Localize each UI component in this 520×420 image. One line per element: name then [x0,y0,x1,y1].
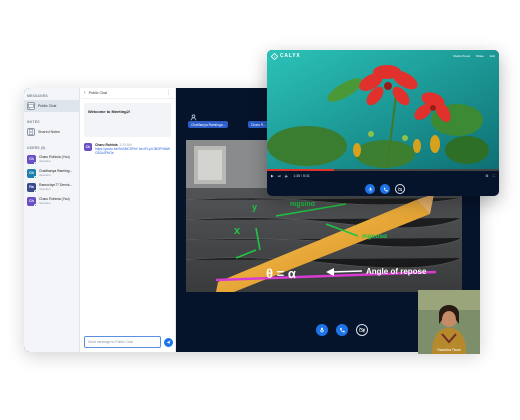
phone-icon [340,327,345,333]
settings-icon[interactable]: ⚙ [485,174,488,178]
user-list-item[interactable]: Ch Chaithanya Ramling... Janurfest [24,166,79,180]
popup-phone-button[interactable] [380,184,390,194]
sidebar: MESSAGES Public Chat NOTES Shared Notes … [24,88,80,352]
video-player[interactable] [267,50,499,170]
user-list-item[interactable]: Ra Ramuchyn77 Dervis... Janurfest [24,180,79,194]
participant-chip[interactable]: Charu R... [248,121,270,128]
microphone-icon [368,187,372,191]
avatar: Ch [27,154,37,165]
brand-name: CALYX [280,53,301,59]
slide-label-mgsin: mgsinα [290,201,316,208]
chat-header: ‹ Public Chat ⋮ [80,88,175,99]
camera-off-icon [397,186,403,192]
message-link[interactable]: https://youtu.be/SnSMC0PbY be=IFLpXJBOFH… [95,147,171,155]
calyx-logo-icon [271,52,278,60]
popup-footer [267,182,499,196]
fullscreen-icon[interactable]: ⛶ [493,174,495,178]
video-timecode: 1:36 / 5:31 [293,174,310,178]
camera-off-icon [359,327,365,333]
webcam-thumbnail[interactable]: Raashtra Tiwari [418,290,480,354]
microphone-icon [319,327,325,333]
avatar: Ch [84,143,92,151]
share-button[interactable]: Share [476,54,484,58]
slide-label-mgcos: mgcosα [362,233,387,240]
online-indicator [34,189,37,193]
user-role: Janurfest [39,173,51,177]
slide-label-x: x [234,225,241,237]
user-role: Janurfest [39,201,51,205]
send-icon [166,340,171,345]
video-controls: ▶ ⏭ 🔈 1:36 / 5:31 ⚙ ⛶ [267,170,499,182]
send-button[interactable] [164,338,173,347]
next-icon[interactable]: ⏭ [278,174,281,178]
welcome-message: Welcome to Meeting2! [84,103,171,137]
webcam-feed [418,290,480,354]
user-list: Ch Charu Rohinia (You) Janurfest Ch Chait… [24,152,79,208]
online-indicator [34,175,37,179]
chevron-left-icon[interactable]: ‹ [84,90,86,96]
users-heading: USERS (5) [27,146,46,150]
notes-heading: NOTES [27,120,40,124]
chat-icon [27,102,35,110]
sidebar-item-public-chat[interactable]: Public Chat [24,100,79,112]
media-panel-button[interactable]: Media Panel [453,54,470,58]
mic-button[interactable] [316,324,328,336]
avatar: Ra [27,182,37,193]
volume-icon[interactable]: 🔈 [285,174,289,178]
online-indicator [34,161,37,165]
phone-icon [383,187,388,192]
chat-panel: ‹ Public Chat ⋮ Welcome to Meeting2! Ch … [80,88,176,352]
popup-topbar: CALYX Media Panel Share Exit [267,50,499,62]
chat-title: Public Chat [88,91,108,95]
slide-equation: θ = α [266,266,296,281]
online-indicator [34,203,37,207]
user-list-item[interactable]: Ch Charu Rohinia (You) Janurfest [24,194,79,208]
phone-button[interactable] [336,324,348,336]
chat-message-input[interactable]: Send message to Public Chat [84,336,161,348]
chat-message: Ch Charu Rohinia 3:29 AM https://youtu.be… [80,143,175,156]
participant-chip[interactable]: Chaithanya Ramlinga... [188,121,229,128]
shared-notes-label: Shared Notes [38,130,60,134]
avatar: Ch [27,168,37,179]
user-role: Janurfest [39,187,51,191]
video-button[interactable] [356,324,368,336]
video-progress-fill [267,169,335,171]
brand-logo: CALYX [271,52,301,60]
notes-icon [27,128,35,136]
sidebar-item-shared-notes[interactable]: Shared Notes [24,126,79,138]
more-options-icon[interactable]: ⋮ [166,90,171,96]
messages-heading: MESSAGES [27,94,48,98]
play-icon[interactable]: ▶ [271,174,274,178]
video-popup: CALYX Media Panel Share Exit ▶ ⏭ 🔈 1:36 … [267,50,499,196]
user-role: Janurfest [39,159,51,163]
popup-mic-button[interactable] [365,184,375,194]
popup-video-button[interactable] [395,184,405,194]
exit-button[interactable]: Exit [490,54,495,58]
webcam-caption: Raashtra Tiwari [437,348,461,352]
user-list-item[interactable]: Ch Charu Rohinia (You) Janurfest [24,152,79,166]
avatar: Ch [27,196,37,207]
video-frame [267,50,499,170]
slide-label-y: y [252,202,257,212]
slide-angle-text: Angle of repose [366,267,427,276]
video-progress-track[interactable] [267,169,499,171]
public-chat-label: Public Chat [38,104,57,108]
